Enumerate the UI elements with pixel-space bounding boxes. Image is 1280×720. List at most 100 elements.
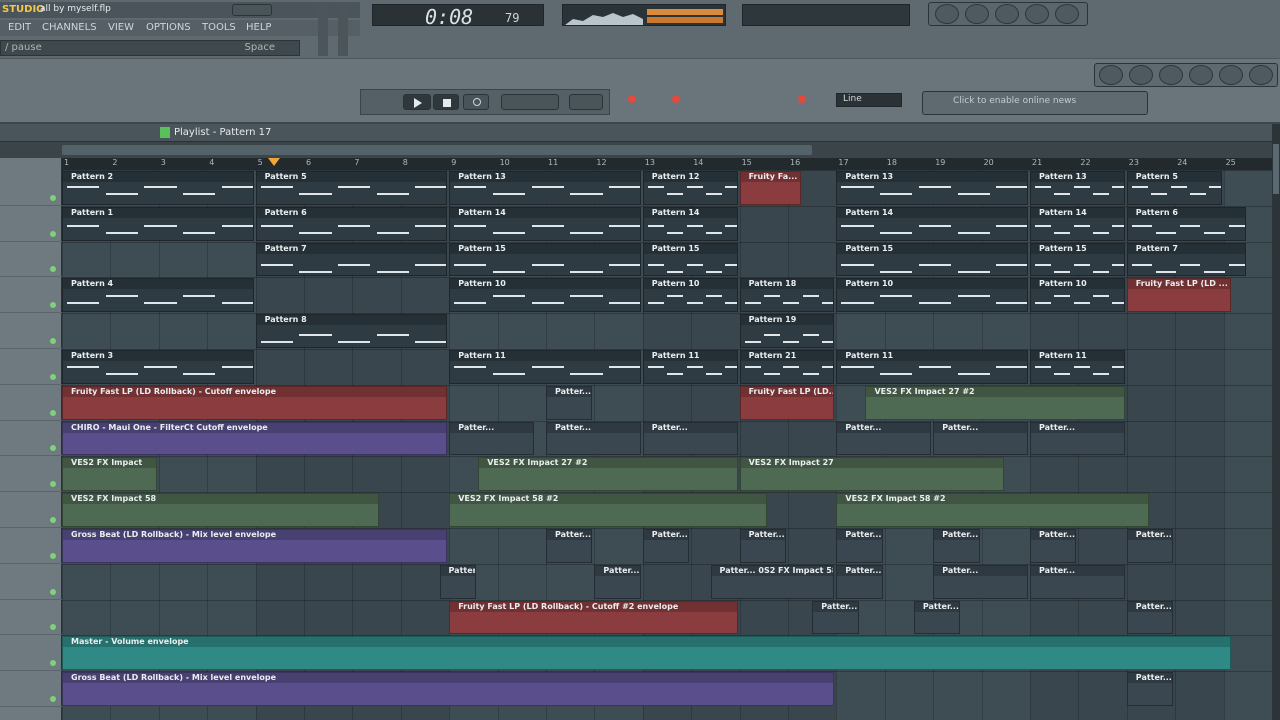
- online-news-button[interactable]: Click to enable online news: [922, 91, 1148, 115]
- track-header[interactable]: [0, 242, 62, 278]
- playlist-clip[interactable]: Pattern 3: [62, 350, 254, 384]
- playlist-clip[interactable]: Pattern 11: [642, 350, 738, 384]
- playlist-clip[interactable]: Patter...: [836, 529, 883, 563]
- playlist-clip[interactable]: Pattern 11: [1030, 350, 1125, 384]
- playlist-clip[interactable]: Patter... 0S2 FX Impact 58: [710, 564, 835, 599]
- track-header[interactable]: [0, 600, 62, 636]
- playlist-clip[interactable]: Pattern 10: [1030, 278, 1125, 313]
- playlist-clip[interactable]: Pattern 6: [255, 206, 448, 241]
- playlist-clip[interactable]: Master - Volume envelope: [62, 636, 1232, 671]
- playlist-clip[interactable]: Patter...: [836, 421, 932, 456]
- menu-view[interactable]: VIEW: [108, 22, 134, 33]
- playlist-clip[interactable]: Patter...: [913, 600, 961, 635]
- playlist-clip[interactable]: Patter...: [933, 529, 980, 563]
- track-mute-led[interactable]: [50, 230, 56, 237]
- playlist-clip[interactable]: Fruity Fast LP (LD Rollback) - Cutoff #2…: [449, 600, 738, 635]
- playlist-clip[interactable]: Patter...: [1030, 529, 1077, 563]
- playlist-clip[interactable]: Patter...: [594, 564, 641, 599]
- track-mute-led[interactable]: [50, 194, 56, 201]
- playlist-clip[interactable]: Fruity Fa...: [739, 171, 801, 205]
- playlist-clip[interactable]: Pattern 14: [836, 206, 1028, 241]
- playlist-clip[interactable]: VES2 FX Impact 27: [739, 457, 1004, 492]
- track-header[interactable]: [0, 206, 62, 242]
- playlist-clip[interactable]: Pattern 14: [449, 206, 641, 241]
- playlist-clip[interactable]: Patter...: [1126, 600, 1174, 635]
- render-icon[interactable]: [1159, 65, 1183, 85]
- track-mute-led[interactable]: [50, 302, 56, 309]
- playlist-icon[interactable]: [935, 4, 959, 24]
- playlist-clip[interactable]: Pattern 15: [449, 242, 641, 277]
- tempo-display[interactable]: [569, 94, 603, 110]
- playlist-clip[interactable]: VES2 FX Impact 58 #2: [449, 493, 767, 527]
- playlist-clip[interactable]: Patter...: [449, 421, 535, 456]
- playlist-clip[interactable]: Patter...: [642, 529, 690, 563]
- playlist-clip[interactable]: Pattern 7: [255, 242, 448, 277]
- playlist-clip[interactable]: Pattern 15: [642, 242, 738, 277]
- playlist-clip[interactable]: Patter...: [812, 600, 859, 635]
- menu-tools[interactable]: TOOLS: [202, 22, 236, 33]
- playlist-clip[interactable]: Patter...: [1126, 529, 1174, 563]
- playlist-clip[interactable]: Patter...: [1030, 421, 1125, 456]
- track-mute-led[interactable]: [50, 337, 56, 344]
- snap-select[interactable]: Line: [836, 93, 902, 107]
- mixer-icon[interactable]: [1025, 4, 1049, 24]
- bar-ruler[interactable]: 1 2 3 4 5 6 7 8 9 10 11 12 13 14 15 16 17 18 19 20 21 22 23 24 2…: [62, 158, 1272, 170]
- playlist-clip[interactable]: Patter...: [933, 421, 1028, 456]
- menu-options[interactable]: OPTIONS: [146, 22, 191, 33]
- playhead-marker[interactable]: [268, 158, 280, 166]
- track-mute-led[interactable]: [50, 409, 56, 416]
- playlist-clip[interactable]: Fruity Fast LP (LD ...: [1126, 278, 1232, 313]
- track-header[interactable]: [0, 635, 62, 672]
- playlist-clip[interactable]: Pattern 14: [1030, 206, 1125, 241]
- playlist-clip[interactable]: Pattern 15: [1030, 242, 1125, 277]
- playlist-clip[interactable]: VES2 FX Impact 27 #2: [478, 457, 738, 492]
- playlist-clip[interactable]: Pattern 7: [1126, 242, 1246, 277]
- menu-help[interactable]: HELP: [246, 22, 271, 33]
- playlist-clip[interactable]: Patter...: [546, 385, 593, 420]
- rec-led-2[interactable]: [672, 95, 680, 103]
- playlist-clip[interactable]: Pattern 21: [739, 350, 835, 384]
- zoom-icon[interactable]: [1219, 65, 1243, 85]
- playlist-clip[interactable]: Pattern 12: [642, 171, 738, 205]
- playlist-clip[interactable]: Pattern 19: [739, 314, 835, 348]
- playlist-clip[interactable]: Pattern 6: [1126, 206, 1246, 241]
- track-header[interactable]: [0, 349, 62, 385]
- track-header[interactable]: [0, 385, 62, 421]
- step-sequencer-icon[interactable]: [995, 4, 1019, 24]
- playlist-clip[interactable]: Pattern 8: [255, 314, 448, 348]
- playlist-clip[interactable]: Pattern 5: [255, 171, 448, 205]
- playlist-clip[interactable]: Pattern 13: [1030, 171, 1125, 205]
- playlist-clip[interactable]: Pattern 10: [642, 278, 738, 313]
- track-header[interactable]: [0, 492, 62, 528]
- playlist-clip[interactable]: Patter...: [546, 529, 593, 563]
- playlist-clip[interactable]: Pattern 11: [836, 350, 1028, 384]
- playlist-clip[interactable]: Fruity Fast LP (LD...: [739, 385, 835, 420]
- track-mute-led[interactable]: [50, 445, 56, 452]
- playlist-clip[interactable]: Pattern 18: [739, 278, 835, 313]
- track-header[interactable]: [0, 277, 62, 314]
- playlist-clip[interactable]: Patter...: [836, 564, 883, 599]
- playlist-scrollbar[interactable]: [0, 142, 1280, 158]
- record-button[interactable]: [463, 94, 489, 110]
- playlist-grid[interactable]: Pattern 2 Pattern 5 Pattern 13 Pattern 12 Fr…: [62, 170, 1272, 720]
- playlist-clip[interactable]: VES2 FX Impact 58: [62, 493, 380, 527]
- track-mute-led[interactable]: [50, 552, 56, 559]
- piano-roll-icon[interactable]: [965, 4, 989, 24]
- track-mute-led[interactable]: [50, 481, 56, 488]
- playlist-title[interactable]: Playlist - Pattern 17: [174, 127, 271, 138]
- playlist-clip[interactable]: Pattern 11: [449, 350, 641, 384]
- track-mute-led[interactable]: [50, 695, 56, 702]
- track-header[interactable]: [0, 313, 62, 349]
- playlist-clip[interactable]: Patter...: [1126, 672, 1174, 706]
- playlist-clip[interactable]: Pattern 15: [836, 242, 1028, 277]
- play-button[interactable]: [403, 94, 431, 110]
- playlist-clip[interactable]: Pattern 13: [449, 171, 641, 205]
- rec-led-3[interactable]: [798, 95, 806, 103]
- playlist-clip[interactable]: Patter...: [739, 529, 786, 563]
- vertical-scroll-thumb[interactable]: [1273, 144, 1279, 194]
- track-header[interactable]: [0, 456, 62, 493]
- playlist-clip[interactable]: Pattern 14: [642, 206, 738, 241]
- help-icon[interactable]: [1249, 65, 1273, 85]
- track-header[interactable]: [0, 170, 62, 206]
- track-mute-led[interactable]: [50, 266, 56, 273]
